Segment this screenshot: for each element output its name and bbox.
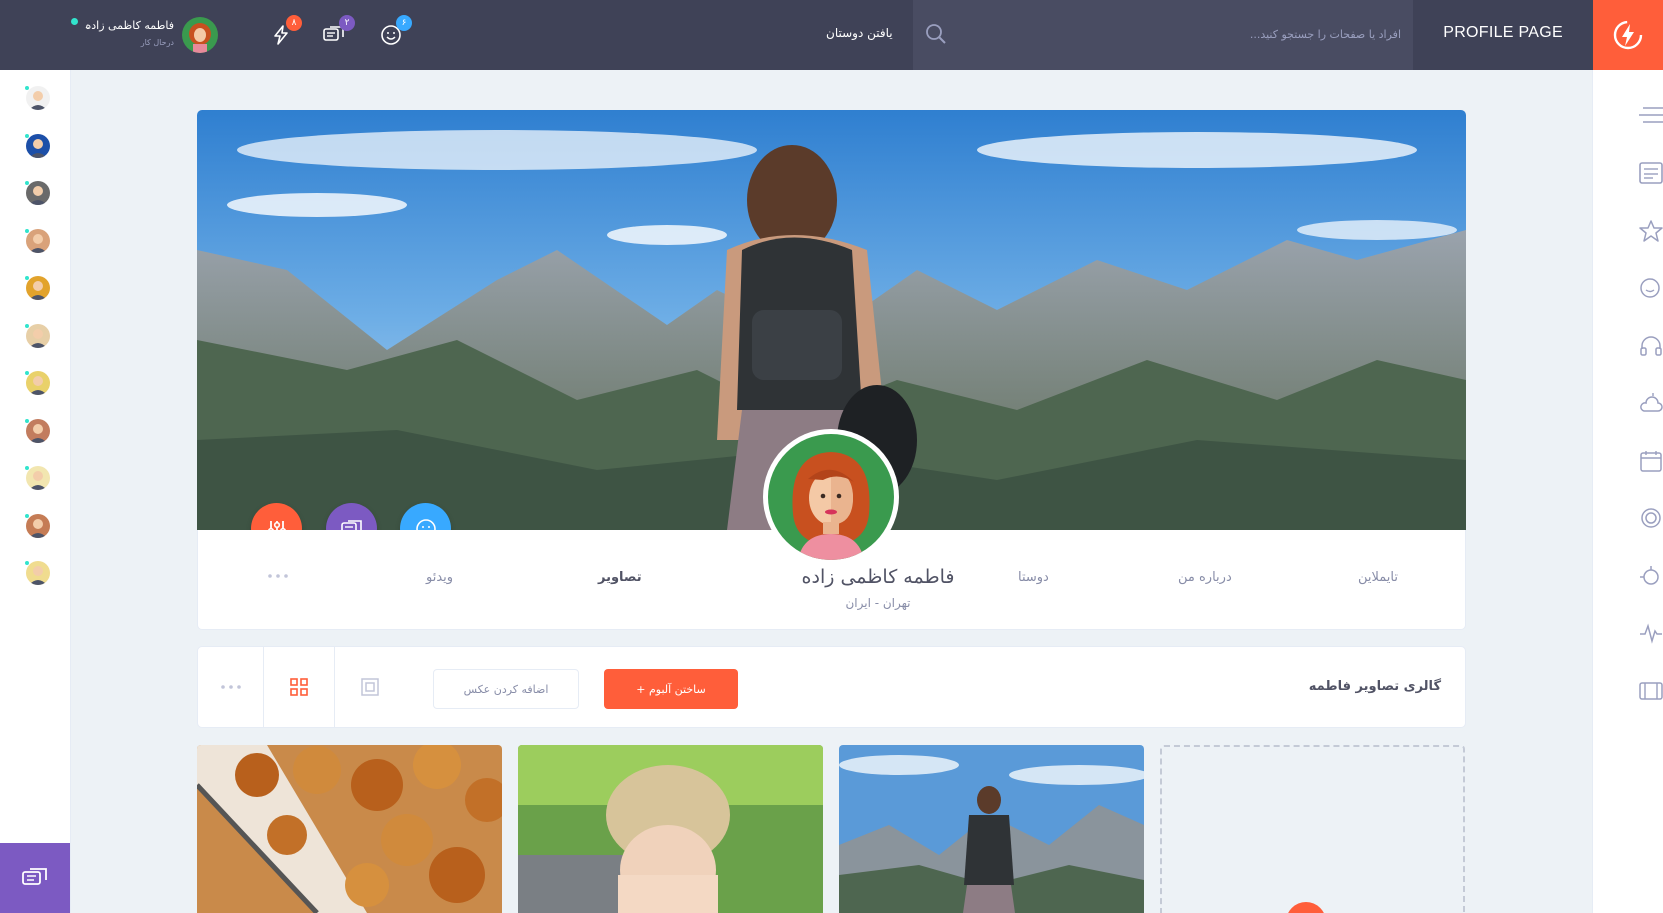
tab-videos[interactable]: ویدئو — [426, 570, 453, 585]
online-indicator — [24, 180, 30, 186]
happy-faces-icon[interactable] — [1639, 277, 1663, 299]
single-view-button[interactable] — [334, 647, 405, 727]
online-indicator — [24, 417, 30, 424]
search-input[interactable] — [981, 24, 1401, 44]
gallery-header: گالری تصاویر فاطمه ساختن آلبوم + اضافه ک… — [197, 646, 1466, 728]
create-album-button[interactable]: ساختن آلبوم + — [604, 669, 738, 709]
badge-icon[interactable] — [1639, 507, 1663, 529]
friend-avatar[interactable] — [26, 86, 50, 110]
photo-tile[interactable] — [839, 745, 1144, 913]
online-indicator — [24, 560, 30, 566]
friend-avatar[interactable] — [26, 276, 50, 300]
add-icon — [1286, 902, 1326, 913]
add-photo-tile[interactable] — [1160, 745, 1465, 913]
online-indicator — [24, 322, 30, 329]
weather-icon[interactable] — [1639, 392, 1663, 414]
manage-widgets-icon[interactable] — [1639, 565, 1663, 587]
user-menu[interactable]: ⌄ فاطمه کاظمی زاده درحال کار — [66, 14, 226, 56]
more-dots-icon — [220, 685, 241, 689]
tab-photos[interactable]: تصاویر — [598, 570, 642, 585]
notification-badge: ۸ — [286, 15, 302, 31]
friend-avatar[interactable] — [26, 181, 50, 205]
headphones-icon[interactable] — [1639, 335, 1663, 357]
thunder-logo-icon — [1613, 20, 1643, 50]
online-indicator — [71, 18, 78, 25]
profile-avatar[interactable] — [763, 429, 899, 565]
friend-avatar[interactable] — [26, 561, 50, 585]
calendar-icon[interactable] — [1639, 450, 1663, 472]
star-icon[interactable] — [1639, 220, 1663, 242]
album-icon[interactable] — [1639, 680, 1663, 702]
gallery-title: گالری تصاویر فاطمه — [1308, 679, 1441, 694]
online-indicator — [24, 370, 30, 376]
more-dots-icon[interactable] — [268, 574, 288, 578]
grid-icon — [290, 678, 308, 696]
top-header: PROFILE PAGE یافتن دوستان ۶ ۲ ۸ — [0, 0, 1663, 70]
online-indicator — [24, 227, 30, 234]
stats-icon[interactable] — [1639, 622, 1663, 644]
notification-badge: ۶ — [396, 15, 412, 31]
photo-tile[interactable] — [197, 745, 502, 913]
online-indicator — [24, 132, 30, 139]
activity-button[interactable]: ۸ — [266, 15, 302, 50]
notification-badge: ۲ — [339, 15, 355, 31]
more-options-button[interactable] — [198, 647, 263, 727]
friend-requests-button[interactable]: ۶ — [376, 15, 412, 50]
add-photo-button[interactable]: اضافه کردن عکس — [433, 669, 579, 709]
profile-name: فاطمه کاظمی زاده — [801, 566, 955, 588]
menu-icon[interactable] — [1639, 106, 1663, 124]
profile-location: تهران - ایران — [845, 596, 911, 610]
photo-tile[interactable] — [518, 745, 823, 913]
tab-timeline[interactable]: تایملاین — [1358, 570, 1398, 585]
tab-friends[interactable]: دوستا — [1018, 570, 1049, 585]
online-indicator — [24, 512, 30, 519]
page-title: PROFILE PAGE — [1443, 24, 1563, 41]
friend-avatar[interactable] — [26, 371, 50, 395]
messages-button[interactable]: ۲ — [319, 15, 355, 50]
chat-icon — [22, 868, 47, 885]
logo[interactable] — [1593, 0, 1663, 70]
friend-avatar[interactable] — [26, 466, 50, 490]
search-box — [913, 0, 1413, 70]
user-name: فاطمه کاظمی زاده — [85, 19, 174, 32]
right-sidebar-menu — [1593, 70, 1663, 913]
avatar[interactable] — [182, 17, 218, 53]
photo-frame-icon — [361, 678, 379, 696]
newsfeed-icon[interactable] — [1639, 162, 1663, 184]
grid-view-button[interactable] — [263, 647, 334, 727]
chat-toggle-button[interactable] — [0, 843, 70, 913]
find-friends-link[interactable]: یافتن دوستان — [826, 26, 893, 40]
online-indicator — [24, 275, 30, 281]
tab-about[interactable]: درباره من — [1178, 570, 1232, 585]
online-indicator — [24, 465, 30, 471]
left-sidebar-friends — [0, 70, 70, 913]
search-icon[interactable] — [925, 23, 947, 45]
user-status: درحال کار — [140, 38, 174, 47]
online-indicator — [24, 85, 30, 91]
